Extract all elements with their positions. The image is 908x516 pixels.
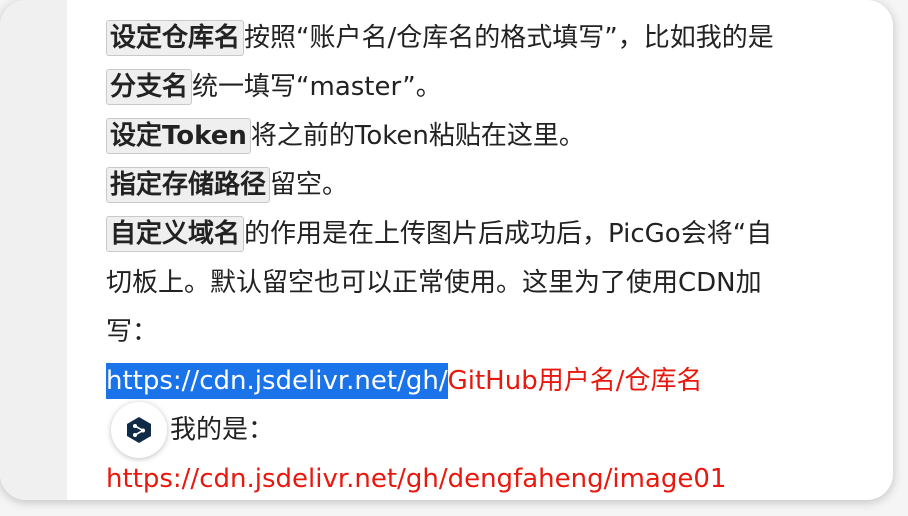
line-token: 设定Token 将之前的Token粘贴在这里。	[106, 112, 893, 161]
line-repo-name: 设定仓库名 按照“账户名/仓库名的格式填写”，比如我的是	[106, 14, 893, 63]
line-write: 写：	[106, 308, 893, 357]
line-text: 写：	[106, 317, 159, 347]
keyword-custom-domain: 自定义域名	[106, 216, 245, 252]
line-mine: 我的是：	[106, 406, 893, 455]
line-clipboard-note: 切板上。默认留空也可以正常使用。这里为了使用CDN加	[106, 259, 893, 308]
document-content: 设定仓库名 按照“账户名/仓库名的格式填写”，比如我的是 分支名 统一填写“mast…	[106, 14, 893, 500]
document-card: 设定仓库名 按照“账户名/仓库名的格式填写”，比如我的是 分支名 统一填写“mast…	[0, 0, 893, 500]
line-text: 的作用是在上传图片后成功后，PicGo会将“自	[244, 219, 773, 249]
keyword-storage-path: 指定存储路径	[106, 167, 271, 203]
keyword-token: 设定Token	[106, 118, 251, 154]
url-placeholder-text: GitHub用户名/仓库名	[447, 366, 703, 396]
line-text: 切板上。默认留空也可以正常使用。这里为了使用CDN加	[106, 268, 762, 298]
line-custom-domain: 自定义域名 的作用是在上传图片后成功后，PicGo会将“自	[106, 210, 893, 259]
keyword-branch-name: 分支名	[106, 69, 193, 105]
line-cdn-example: https://cdn.jsdelivr.net/gh/dengfaheng/i…	[106, 455, 893, 500]
screen: 设定仓库名 按照“账户名/仓库名的格式填写”，比如我的是 分支名 统一填写“mast…	[0, 0, 908, 516]
selected-url-text[interactable]: https://cdn.jsdelivr.net/gh/	[106, 363, 448, 399]
left-gutter	[0, 0, 67, 500]
line-text: 留空。	[270, 170, 349, 200]
line-text: 统一填写“master”。	[192, 72, 442, 102]
example-url: https://cdn.jsdelivr.net/gh/dengfaheng/i…	[106, 464, 727, 494]
line-storage-path: 指定存储路径 留空。	[106, 161, 893, 210]
line-text: 将之前的Token粘贴在这里。	[250, 121, 585, 151]
line-cdn-template[interactable]: https://cdn.jsdelivr.net/gh/GitHub用户名/仓库…	[106, 357, 893, 406]
keyword-repo-name: 设定仓库名	[106, 20, 245, 56]
deepl-translate-button[interactable]	[111, 402, 167, 458]
deepl-icon	[127, 417, 151, 443]
line-text: 按照“账户名/仓库名的格式填写”，比如我的是	[244, 23, 774, 53]
line-branch-name: 分支名 统一填写“master”。	[106, 63, 893, 112]
line-text: 我的是：	[170, 415, 275, 445]
